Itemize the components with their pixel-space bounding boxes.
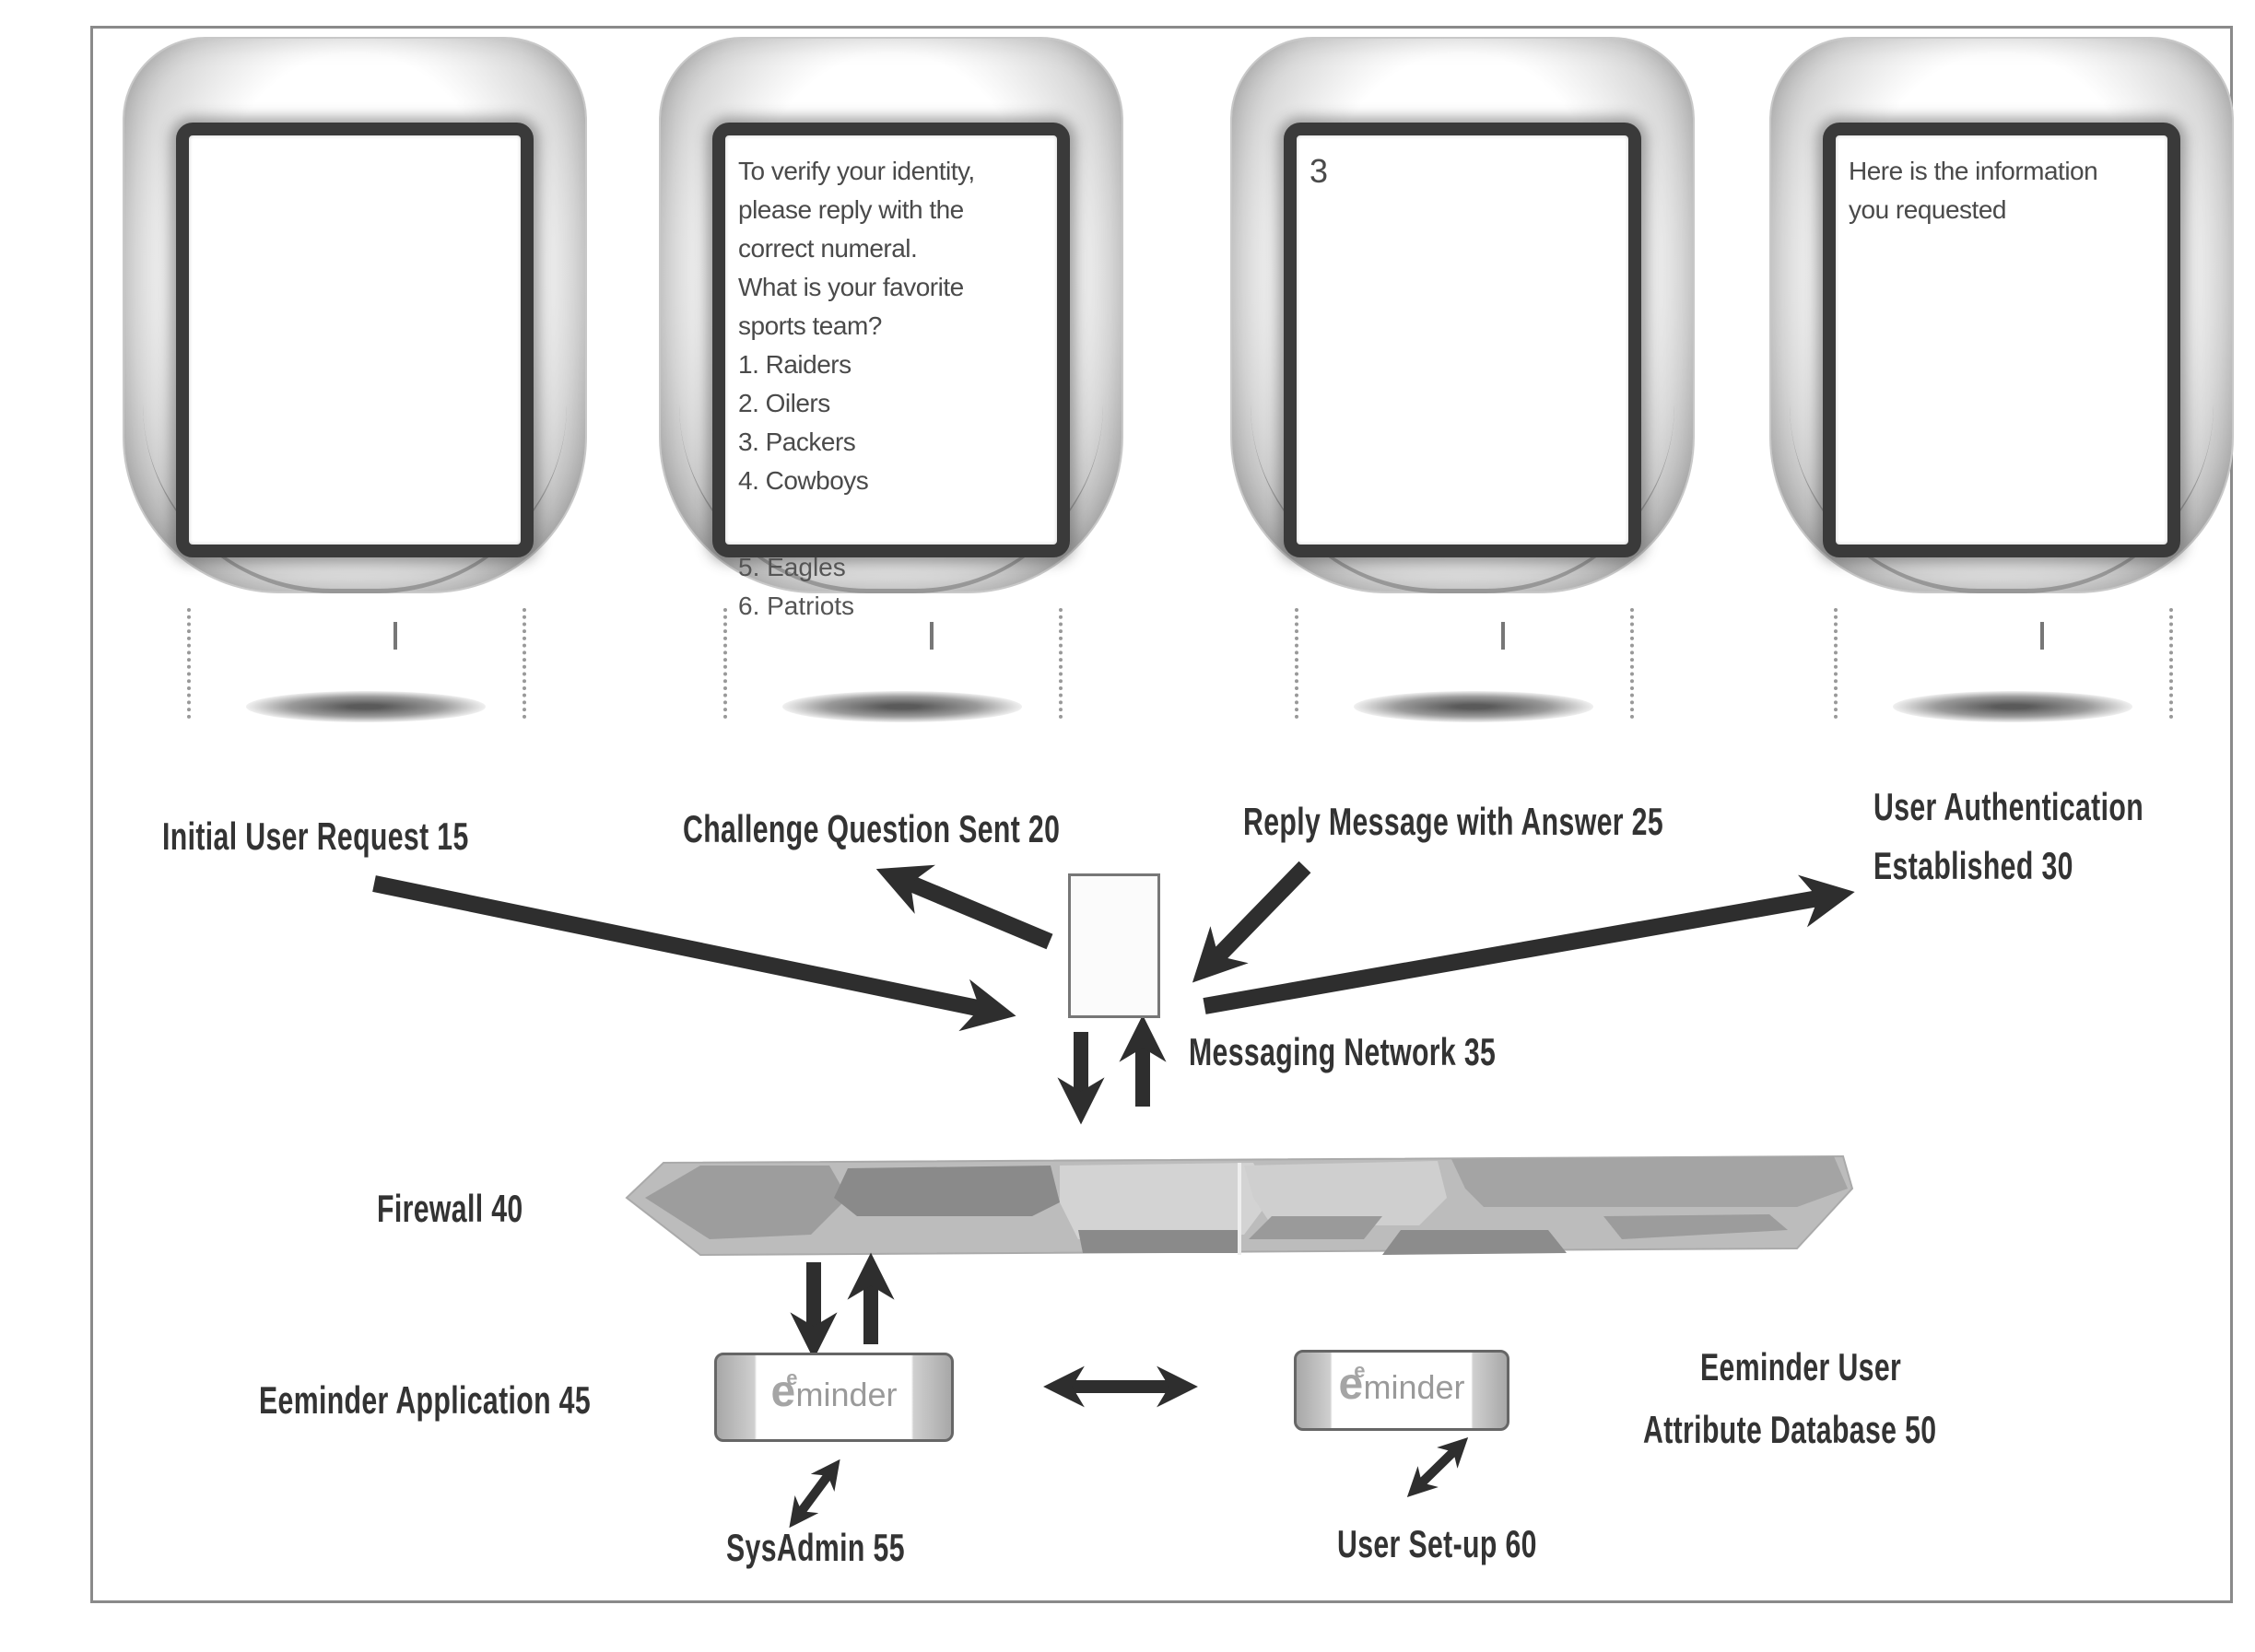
label-challenge-question-sent: Challenge Question Sent 20 — [683, 807, 1061, 850]
label-messaging-network: Messaging Network 35 — [1189, 1030, 1497, 1073]
label-eeminder-application: Eeminder Application 45 — [259, 1378, 592, 1422]
eeminder-logo: eeminder — [1338, 1358, 1465, 1409]
label-firewall: Firewall 40 — [377, 1187, 523, 1230]
arrow-user-setup — [1406, 1437, 1469, 1497]
label-database-line1: Eeminder User — [1700, 1345, 1902, 1388]
label-user-authentication-line2: Established 30 — [1873, 844, 2073, 887]
eeminder-database-box: eeminder — [1294, 1350, 1509, 1431]
label-initial-user-request: Initial User Request 15 — [162, 814, 469, 858]
eeminder-logo: eeminder — [770, 1365, 898, 1416]
label-sysadmin: SysAdmin 55 — [726, 1526, 905, 1569]
arrow-authentication — [1203, 874, 1855, 1014]
eeminder-application-box: eeminder — [714, 1353, 954, 1442]
label-database-line2: Attribute Database 50 — [1643, 1408, 1937, 1451]
label-user-authentication-line1: User Authentication — [1873, 785, 2144, 828]
label-reply-message: Reply Message with Answer 25 — [1243, 800, 1664, 843]
firewall-graphic — [625, 1154, 1854, 1257]
arrow-sysadmin — [789, 1459, 840, 1529]
messaging-tower-box — [1068, 873, 1160, 1018]
arrow-initial-request — [372, 875, 1016, 1032]
label-user-setup: User Set-up 60 — [1337, 1522, 1537, 1565]
arrow-reply-message — [1192, 861, 1311, 983]
arrow-challenge-sent — [875, 864, 1053, 950]
